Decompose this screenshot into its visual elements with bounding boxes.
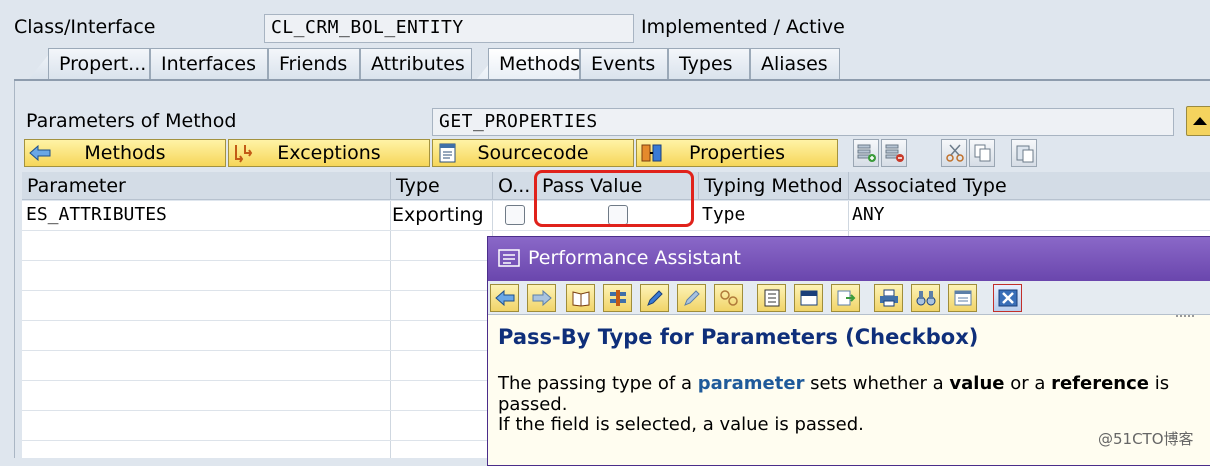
- close-icon: [998, 289, 1018, 307]
- window-icon: [800, 290, 818, 306]
- print-button[interactable]: [874, 284, 903, 312]
- exceptions-button[interactable]: Exceptions: [228, 139, 430, 167]
- pencil-note-icon: [684, 290, 700, 306]
- help-term-reference: reference: [1051, 373, 1149, 394]
- help-term-value: value: [949, 373, 1005, 394]
- back-button[interactable]: [490, 284, 519, 312]
- insert-row-button[interactable]: [853, 139, 879, 167]
- help-text: sets whether a: [804, 373, 950, 394]
- tab-events[interactable]: Events: [580, 48, 668, 80]
- link-button[interactable]: [714, 284, 743, 312]
- exceptions-button-label: Exceptions: [277, 142, 381, 164]
- col-associated-type-header[interactable]: Associated Type: [849, 172, 1210, 200]
- help-paragraph-2: If the field is selected, a value is pas…: [498, 414, 864, 435]
- document-list-button[interactable]: [757, 284, 786, 312]
- watermark: @51CTO博客: [1098, 430, 1194, 448]
- sourcecode-button[interactable]: Sourcecode: [432, 139, 634, 167]
- edit-button[interactable]: [640, 284, 669, 312]
- class-interface-field[interactable]: CL_CRM_BOL_ENTITY: [264, 14, 634, 43]
- class-interface-label: Class/Interface: [14, 16, 156, 38]
- pencil-icon: [647, 290, 663, 306]
- col-optional-header[interactable]: O...: [493, 172, 537, 200]
- performance-assistant-title: Performance Assistant: [528, 247, 741, 269]
- optional-checkbox[interactable]: [505, 205, 525, 225]
- row-divider: [22, 230, 1210, 231]
- resize-dots: [1176, 315, 1194, 317]
- help-window-icon: [498, 249, 520, 272]
- tab-types[interactable]: Types: [668, 48, 750, 80]
- window-button[interactable]: [794, 284, 823, 312]
- methods-button[interactable]: Methods: [24, 139, 226, 167]
- exceptions-icon: [232, 143, 256, 163]
- parameters-of-method-label: Parameters of Method: [26, 110, 237, 132]
- sourcecode-button-label: Sourcecode: [477, 142, 589, 164]
- tab-friends[interactable]: Friends: [268, 48, 360, 80]
- tab-methods[interactable]: Methods: [488, 48, 580, 80]
- properties-icon: [640, 143, 664, 163]
- printer-icon: [880, 289, 898, 307]
- pass-value-highlight: [534, 170, 694, 227]
- edit-note-button[interactable]: [677, 284, 706, 312]
- scroll-up-button[interactable]: [1186, 106, 1210, 136]
- help-text: The passing type of a: [498, 373, 698, 394]
- col-type-header[interactable]: Type: [391, 172, 493, 200]
- paste-button[interactable]: [1011, 139, 1037, 167]
- close-button[interactable]: [993, 284, 1022, 312]
- performance-assistant-toolbar: [488, 281, 1210, 315]
- tab-aliases[interactable]: Aliases: [750, 48, 840, 80]
- copy-button[interactable]: [969, 139, 995, 167]
- properties-button-label: Properties: [688, 142, 786, 164]
- cell-parameter[interactable]: ES_ATTRIBUTES: [22, 201, 171, 228]
- help-heading: Pass-By Type for Parameters (Checkbox): [498, 325, 979, 349]
- export-icon: [837, 290, 856, 306]
- status-text: Implemented / Active: [641, 16, 845, 38]
- col-divider: [390, 201, 391, 458]
- tab-attributes[interactable]: Attributes: [360, 48, 472, 80]
- method-name-field[interactable]: GET_PROPERTIES: [432, 108, 1174, 136]
- export-button[interactable]: [831, 284, 860, 312]
- methods-button-label: Methods: [84, 142, 166, 164]
- paste-icon: [1016, 145, 1034, 163]
- link-icon: [720, 290, 738, 306]
- col-typing-method-header[interactable]: Typing Method: [699, 172, 849, 200]
- binoculars-icon: [916, 291, 936, 306]
- insert-row-icon: [857, 144, 876, 162]
- delete-row-button[interactable]: [881, 139, 907, 167]
- cell-associated-type[interactable]: ANY: [848, 201, 889, 228]
- book-icon: [572, 291, 590, 307]
- tab-strip: Propert... Interfaces Friends Attributes…: [14, 48, 1210, 80]
- properties-button[interactable]: Properties: [636, 139, 838, 167]
- sourcecode-icon: [436, 143, 460, 163]
- tools-icon: [610, 290, 626, 306]
- parameter-link[interactable]: parameter: [698, 373, 805, 394]
- cell-type[interactable]: Exporting: [388, 201, 488, 229]
- cell-typing-method[interactable]: Type: [698, 201, 749, 228]
- forward-button[interactable]: [527, 284, 556, 312]
- settings-button[interactable]: [948, 284, 977, 312]
- col-parameter-header[interactable]: Parameter: [22, 172, 391, 200]
- cut-button[interactable]: [941, 139, 967, 167]
- document-list-icon: [764, 289, 780, 307]
- book-button[interactable]: [566, 284, 595, 312]
- scissors-icon: [946, 144, 964, 162]
- technical-info-button[interactable]: [603, 284, 632, 312]
- help-text: or a: [1004, 373, 1052, 394]
- arrow-left-icon: [495, 289, 515, 307]
- help-paragraph-1: The passing type of a parameter sets whe…: [498, 373, 1210, 415]
- delete-row-icon: [885, 144, 904, 162]
- find-button[interactable]: [911, 284, 940, 312]
- tab-properties[interactable]: Propert...: [48, 48, 150, 80]
- arrow-left-icon: [28, 143, 52, 163]
- arrow-right-icon: [532, 289, 552, 307]
- list-settings-icon: [954, 290, 972, 306]
- tab-interfaces[interactable]: Interfaces: [150, 48, 268, 80]
- copy-icon: [974, 144, 991, 162]
- performance-assistant-titlebar[interactable]: Performance Assistant: [488, 237, 1210, 281]
